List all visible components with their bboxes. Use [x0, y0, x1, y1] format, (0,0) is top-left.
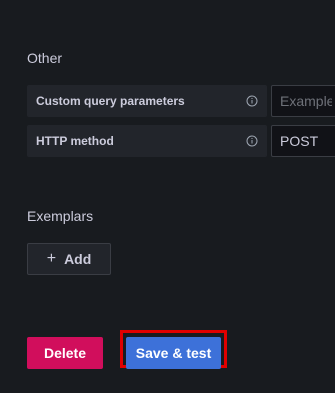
save-and-test-button[interactable]: Save & test [126, 337, 221, 369]
datasource-settings-panel: Other Custom query parameters HTTP metho… [0, 0, 335, 393]
http-method-label-text: HTTP method [36, 134, 114, 148]
http-method-select[interactable]: POST [271, 125, 335, 157]
custom-query-parameters-input[interactable] [280, 93, 332, 109]
http-method-label: HTTP method [27, 125, 267, 157]
custom-query-parameters-label-text: Custom query parameters [36, 94, 185, 108]
http-method-value: POST [280, 133, 319, 149]
section-title-other: Other [27, 50, 63, 66]
custom-query-parameters-row: Custom query parameters [27, 85, 335, 117]
info-icon[interactable] [245, 135, 258, 148]
http-method-row: HTTP method POST [27, 125, 335, 157]
custom-query-parameters-input-wrapper [271, 85, 335, 117]
add-exemplar-button[interactable]: + Add [27, 243, 111, 275]
info-icon[interactable] [245, 95, 258, 108]
delete-button[interactable]: Delete [27, 337, 103, 369]
add-exemplar-label: Add [64, 251, 92, 267]
plus-icon: + [46, 250, 57, 267]
section-title-exemplars: Exemplars [27, 208, 94, 224]
custom-query-parameters-label: Custom query parameters [27, 85, 267, 117]
